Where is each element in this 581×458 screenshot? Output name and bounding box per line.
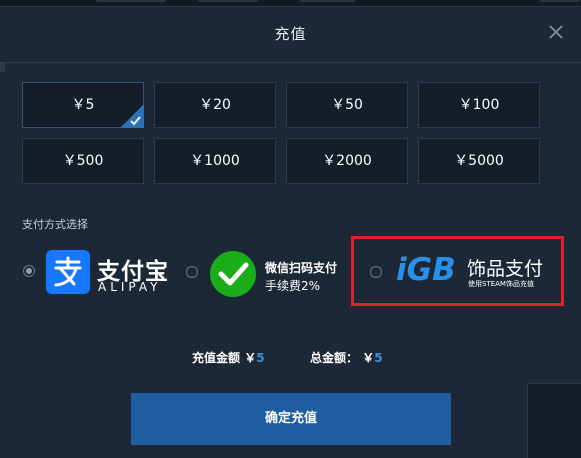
igb-radio[interactable] [370,266,382,278]
amount-label: ￥1000 [190,153,240,169]
total-amount-value: 5 [374,351,383,365]
close-icon[interactable] [547,23,565,41]
alipay-logo-icon[interactable] [46,250,90,294]
amount-option-50[interactable]: ￥50 [286,82,408,128]
wechat-title: 微信扫码支付 [265,261,338,275]
amount-label: ￥5000 [454,153,504,169]
charge-amount-label: 充值金额 [192,351,241,365]
left-edge-marker [0,62,5,72]
recharge-dialog: 充值 [0,6,581,458]
background-ghost-text [300,0,355,2]
total-amount: 总金额： ￥5 [310,349,383,366]
charge-amount: 充值金额 ￥5 [192,349,265,366]
amount-label: ￥50 [331,97,363,113]
amount-label: ￥5 [71,97,95,113]
background-ghost-text [96,0,166,2]
alipay-radio[interactable] [23,265,35,277]
background-side-panel [527,383,581,458]
amount-label: ￥20 [199,97,231,113]
selected-check-icon [120,104,144,128]
amount-option-20[interactable]: ￥20 [154,82,276,128]
igb-subtitle: 使用STEAM饰品充值 [468,280,534,288]
alipay-english-name: ALIPAY [98,280,162,294]
amount-option-100[interactable]: ￥100 [418,82,540,128]
total-amount-label: 总金额： [310,351,359,365]
amount-label: ￥100 [458,97,500,113]
dialog-title: 充值 [274,25,307,43]
dialog-header: 充值 [0,7,581,63]
amount-option-5[interactable]: ￥5 [22,82,144,128]
payment-method-label: 支付方式选择 [22,218,88,231]
igb-name: 饰品支付 [467,258,544,280]
charge-amount-currency: ￥ [244,351,257,365]
wechat-fee: 手续费2% [265,279,321,293]
igb-logo-icon[interactable]: iGB [396,251,462,285]
charge-amount-value: 5 [256,351,265,365]
confirm-recharge-button[interactable]: 确定充值 [131,393,451,445]
amount-option-2000[interactable]: ￥2000 [286,138,408,184]
background-ghost-text [198,0,258,2]
amount-label: ￥2000 [322,153,372,169]
igb-logo-text: iGB [396,252,456,285]
amount-option-500[interactable]: ￥500 [22,138,144,184]
total-amount-currency: ￥ [362,351,375,365]
amount-option-5000[interactable]: ￥5000 [418,138,540,184]
wechat-radio[interactable] [186,266,198,278]
wechat-logo-icon[interactable] [209,250,257,298]
background-ghost-text [540,0,580,2]
amount-label: ￥500 [62,153,104,169]
amount-option-1000[interactable]: ￥1000 [154,138,276,184]
